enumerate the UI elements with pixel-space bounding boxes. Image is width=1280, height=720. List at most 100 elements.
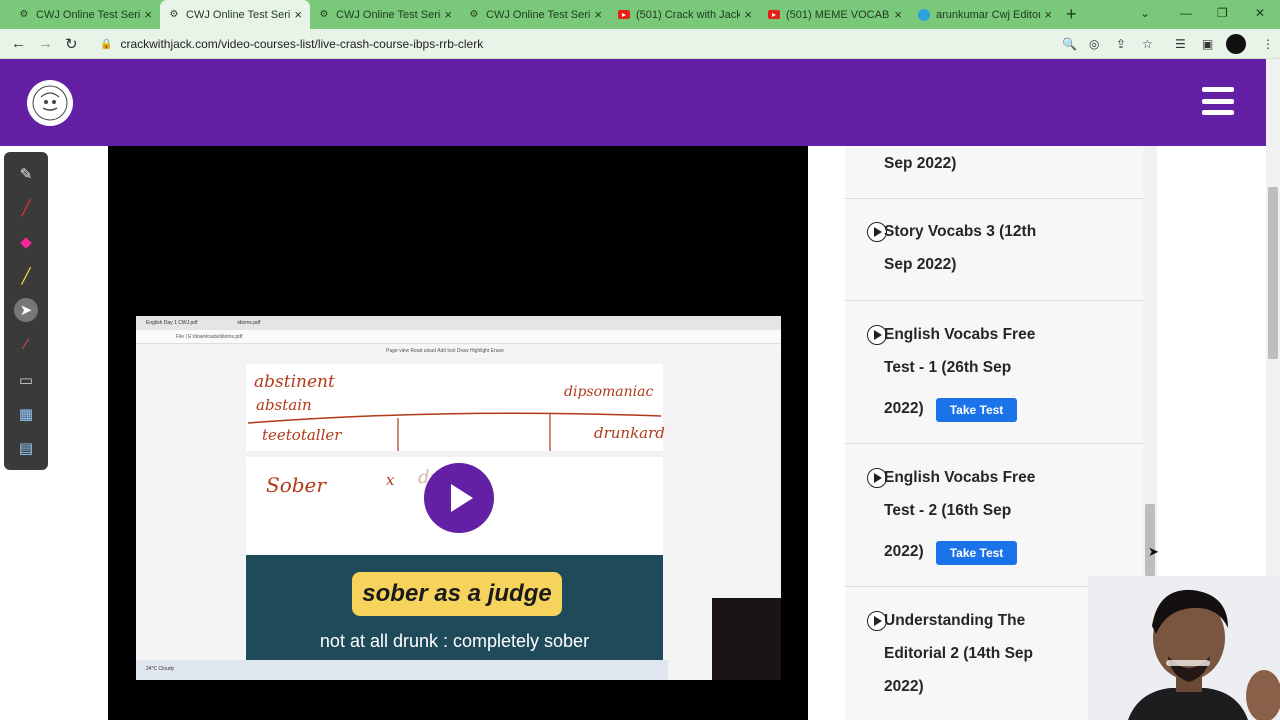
address-bar-row: ← → ↻ 🔒 crackwithjack.com/video-courses-…: [0, 29, 1280, 59]
course-title: 2022): [884, 400, 924, 417]
course-title: 2022): [884, 543, 924, 560]
video-side-clip: [712, 598, 781, 680]
course-item[interactable]: Story Vocabs 3 (12th Sep 2022): [845, 199, 1143, 301]
tab-title: arunkumar Cwj Editor: [936, 8, 1041, 21]
browser-tab-active[interactable]: ⚙ CWJ Online Test Serie ×: [160, 0, 310, 29]
more-menu-icon[interactable]: ⋮: [1262, 37, 1274, 51]
sidebar-icon[interactable]: ▣: [1202, 37, 1213, 51]
pdf-tab-1: English Day 1 CWJ.pdf: [146, 320, 198, 326]
webcam-overlay: [1088, 576, 1280, 720]
browser-tab[interactable]: (501) MEME VOCABS ×: [760, 0, 910, 29]
pdf-page: abstinent abstain dipsomaniac teetotalle…: [246, 364, 665, 451]
menu-icon[interactable]: [1202, 87, 1234, 115]
course-title: Test - 1 (26th Sep: [884, 359, 1012, 376]
red-pen-icon[interactable]: ╱: [14, 196, 38, 220]
course-title: Sep 2022): [884, 256, 957, 273]
restore-icon[interactable]: ❐: [1217, 6, 1228, 20]
course-title: English Vocabs Free: [884, 469, 1036, 486]
cwj-icon: ⚙: [19, 9, 29, 20]
forward-icon[interactable]: →: [38, 35, 53, 52]
cwj-icon: ⚙: [469, 9, 479, 20]
close-icon[interactable]: ×: [744, 7, 752, 22]
course-title: 2022): [884, 678, 924, 695]
idiom-meaning: not at all drunk : completely sober: [319, 631, 590, 651]
pdf-tab-2: idioms.pdf: [237, 320, 261, 326]
zoom-icon[interactable]: 🔍: [1062, 37, 1077, 51]
minimize-icon[interactable]: —: [1180, 6, 1192, 20]
taskbar: 24°C Cloudy: [136, 660, 668, 680]
close-icon[interactable]: ×: [594, 7, 602, 22]
pointer-icon[interactable]: ➤: [14, 298, 38, 322]
annotation-toolbar: ✎ ╱ ◆ ╱ ➤ ⁄ ▭ ▦ ▤: [4, 152, 48, 470]
handwriting: Sober: [266, 473, 326, 497]
tab-title: CWJ Online Test Serie: [186, 8, 291, 21]
course-list-scroll-thumb[interactable]: [1145, 504, 1155, 576]
close-icon[interactable]: ×: [894, 7, 902, 22]
browser-tab[interactable]: ⚙ CWJ Online Test Serie ×: [10, 0, 160, 29]
tab-title: (501) Crack with Jack: [636, 8, 741, 21]
tab-title: CWJ Online Test Serie: [486, 8, 591, 21]
pen-tool-icon[interactable]: ✎: [14, 162, 38, 186]
course-item[interactable]: English Vocabs Free Test - 2 (16th Sep 2…: [845, 444, 1143, 587]
page-scroll-thumb[interactable]: [1268, 187, 1278, 359]
url-text: crackwithjack.com/video-courses-list/liv…: [120, 37, 484, 51]
laser-icon[interactable]: ⁄: [14, 332, 38, 356]
ruler-icon[interactable]: ▭: [14, 368, 38, 392]
browser-tab[interactable]: arunkumar Cwj Editor ×: [910, 0, 1060, 29]
profile-avatar[interactable]: [1226, 34, 1246, 54]
site-logo[interactable]: [27, 80, 73, 126]
browser-tab[interactable]: ⚙ CWJ Online Test Serie ×: [460, 0, 610, 29]
site-header: [0, 59, 1280, 146]
share-icon[interactable]: ⇪: [1116, 37, 1126, 51]
play-button[interactable]: [424, 463, 494, 533]
close-icon[interactable]: ×: [294, 7, 302, 22]
whiteboard-icon[interactable]: ▦: [14, 402, 38, 426]
bookmark-star-icon[interactable]: ☆: [1142, 37, 1153, 51]
tab-strip: ⚙ CWJ Online Test Serie × ⚙ CWJ Online T…: [0, 0, 1280, 29]
reading-list-icon[interactable]: ☰: [1175, 37, 1186, 51]
course-item[interactable]: Sep 2022): [845, 146, 1143, 199]
eraser-icon[interactable]: ◆: [14, 230, 38, 254]
screen-icon[interactable]: ▤: [14, 436, 38, 460]
url-field[interactable]: 🔒 crackwithjack.com/video-courses-list/l…: [92, 33, 1162, 55]
pdf-tabbar: English Day 1 CWJ.pdf idioms.pdf: [136, 316, 781, 330]
tab-title: (501) MEME VOCABS: [786, 8, 891, 21]
new-tab-icon[interactable]: +: [1066, 4, 1077, 25]
course-title: Sep 2022): [884, 155, 957, 172]
chevron-down-icon[interactable]: ⌄: [1140, 6, 1150, 20]
back-icon[interactable]: ←: [11, 35, 26, 52]
close-icon[interactable]: ×: [144, 7, 152, 22]
browser-tab[interactable]: (501) Crack with Jack ×: [610, 0, 760, 29]
course-title: Editorial 2 (14th Sep: [884, 645, 1034, 662]
course-title: English Vocabs Free: [884, 326, 1036, 343]
handwriting: x: [386, 471, 395, 489]
youtube-icon: [618, 9, 630, 21]
highlighter-icon[interactable]: ╱: [14, 264, 38, 288]
browser-tab[interactable]: ⚙ CWJ Online Test Serie ×: [310, 0, 460, 29]
cwj-icon: ⚙: [319, 9, 329, 20]
take-test-button[interactable]: Take Test: [936, 398, 1017, 422]
take-test-button[interactable]: Take Test: [936, 541, 1017, 565]
close-window-icon[interactable]: ✕: [1255, 6, 1265, 20]
telegram-icon: [918, 8, 930, 21]
pdf-address: File | E:/downloads/idioms.pdf: [136, 330, 781, 344]
tab-title: CWJ Online Test Serie: [36, 8, 141, 21]
logo-emblem-icon: [32, 85, 68, 121]
lock-icon: 🔒: [100, 38, 113, 50]
handwriting: drunkard: [594, 424, 665, 442]
screen: ⚙ CWJ Online Test Serie × ⚙ CWJ Online T…: [0, 0, 1280, 720]
cwj-icon: ⚙: [169, 9, 179, 20]
tab-title: CWJ Online Test Serie: [336, 8, 441, 21]
close-icon[interactable]: ×: [444, 7, 452, 22]
mouse-cursor-icon: ➤: [1148, 544, 1159, 559]
lens-icon[interactable]: ◎: [1089, 37, 1099, 51]
presenter-image: [1088, 576, 1280, 720]
handwriting: teetotaller: [262, 426, 342, 444]
course-title: Understanding The: [884, 612, 1026, 629]
close-icon[interactable]: ×: [1044, 7, 1052, 22]
idiom-phrase: sober as a judge: [352, 572, 562, 616]
reload-icon[interactable]: ↻: [65, 35, 78, 53]
course-item[interactable]: English Vocabs Free Test - 1 (26th Sep 2…: [845, 301, 1143, 444]
pdf-toolbar: Page view Read aloud Add text Draw Highl…: [136, 344, 781, 358]
idiom-card: sober as a judge not at all drunk : comp…: [246, 555, 663, 660]
